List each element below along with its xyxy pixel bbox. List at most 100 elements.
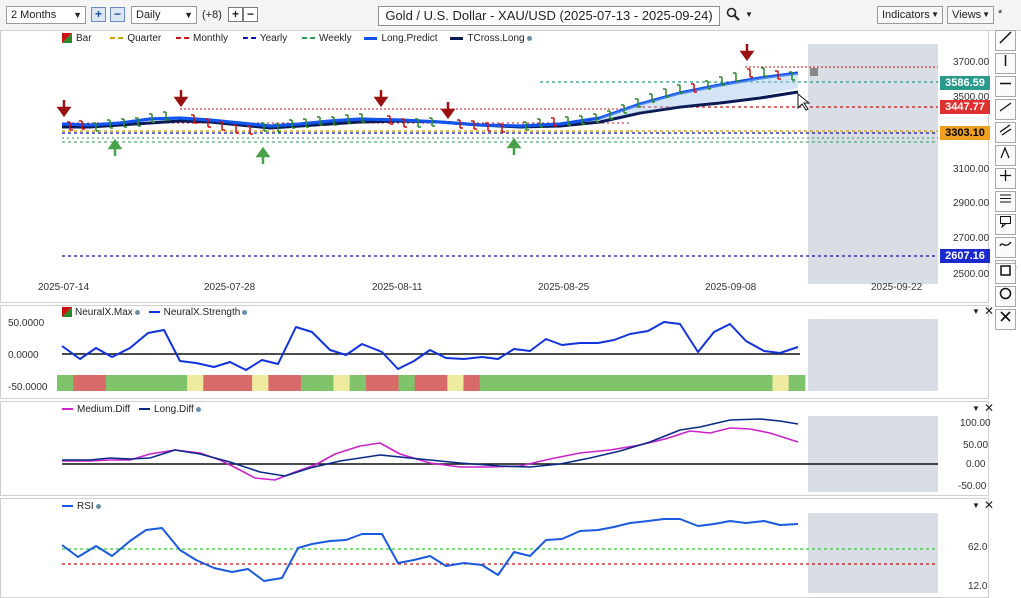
freehand-tool[interactable] (995, 237, 1016, 258)
ellipse-tool[interactable] (995, 286, 1016, 307)
legend-item-yearly[interactable]: Yearly (242, 33, 288, 44)
neuralx-max-bar-14 (284, 375, 302, 391)
settings-dot-icon[interactable] (95, 503, 101, 509)
legend-item-bar[interactable]: Bar (62, 33, 92, 44)
legend-item-rsi[interactable]: RSI (62, 501, 101, 512)
indicators-button[interactable]: Indicators ▼ (877, 6, 943, 24)
chevron-down-icon[interactable]: ▼ (745, 10, 753, 19)
legend-item-medium-diff[interactable]: Medium.Diff (62, 404, 130, 415)
legend-item-long-diff[interactable]: Long.Diff (138, 404, 201, 415)
vertical-line-tool[interactable] (995, 53, 1016, 74)
neuralx-max-bar-23 (431, 375, 448, 391)
future-region-neural (808, 319, 938, 391)
rsi-legend: RSI (62, 501, 101, 513)
neuralx-max-bar-1 (73, 375, 90, 391)
y-tick-3100: 3100.00 (953, 164, 990, 175)
indicators-label: Indicators (882, 9, 930, 21)
rsi-y-tick-12: 12.0 (968, 581, 988, 592)
settings-dot-icon[interactable] (195, 406, 201, 412)
neuralx-max-bar-40 (707, 375, 725, 391)
neuralx-max-bar-5 (138, 375, 155, 391)
neuralx-max-bar-35 (626, 375, 643, 391)
neuralx-max-bar-29 (528, 375, 546, 391)
period-select-value: 2 Months (11, 9, 57, 21)
x-tick-0922: 2025-09-22 (871, 282, 923, 293)
price-legend: Bar Quarter Monthly Yearly Weekly Long.P… (62, 33, 532, 45)
settings-dot-icon[interactable] (526, 35, 532, 41)
neuralx-max-bar-34 (609, 375, 627, 391)
zoom-in-button[interactable]: + (91, 7, 106, 22)
views-button[interactable]: Views ▼ (947, 6, 994, 24)
x-tick-0811: 2025-08-11 (372, 282, 423, 293)
legend-item-monthly[interactable]: Monthly (176, 33, 228, 44)
neuralx-max-bar-6 (154, 375, 172, 391)
pitchfork-tool[interactable] (995, 145, 1016, 166)
interval-select[interactable]: Daily ▼ (131, 6, 197, 24)
legend-label-monthly: Monthly (193, 33, 229, 44)
horizontal-line-tool[interactable] (995, 76, 1016, 97)
legend-label-bar: Bar (76, 33, 92, 44)
symbol-title-text: Gold / U.S. Dollar - XAU/USD (2025-07-13… (385, 8, 713, 23)
callout-tool[interactable] (995, 214, 1016, 235)
legend-label-weekly: Weekly (319, 33, 352, 44)
price-tag-monthly: 3447.77 (940, 100, 990, 114)
legend-label-yearly: Yearly (259, 33, 288, 44)
panel-close-icon[interactable]: ✕ (984, 305, 994, 317)
neuralx-max-bar-21 (398, 375, 416, 391)
legend-item-quarter[interactable]: Quarter (110, 33, 161, 44)
legend-item-neuralx-strength[interactable]: NeuralX.Strength (148, 307, 248, 318)
neuralx-max-bar-44 (772, 375, 790, 391)
chevron-down-icon: ▼ (184, 10, 193, 20)
settings-dot-icon[interactable] (242, 309, 248, 315)
y-tick-3700: 3700.00 (953, 57, 990, 68)
diff-legend: Medium.Diff Long.Diff (62, 404, 201, 416)
settings-dot-icon[interactable] (134, 309, 140, 315)
future-region-price (808, 44, 938, 284)
add-button[interactable]: + (228, 7, 243, 22)
fibonacci-tool[interactable] (995, 191, 1016, 212)
search-icon[interactable] (726, 7, 740, 24)
zoom-out-button[interactable]: − (110, 7, 125, 22)
neuralx-max-bar-19 (366, 375, 383, 391)
symbol-title[interactable]: Gold / U.S. Dollar - XAU/USD (2025-07-13… (378, 6, 720, 26)
legend-item-long-predict[interactable]: Long.Predict (364, 33, 438, 44)
neuralx-max-bar-28 (512, 375, 529, 391)
legend-item-tcross-long[interactable]: TCross.Long (450, 33, 532, 44)
panel-collapse-icon[interactable]: ▼ (972, 404, 980, 414)
panel-collapse-icon[interactable]: ▼ (972, 307, 980, 317)
legend-item-weekly[interactable]: Weekly (302, 33, 352, 44)
period-select[interactable]: 2 Months ▼ (6, 6, 86, 24)
panel-collapse-icon[interactable]: ▼ (972, 501, 980, 511)
neural-legend: NeuralX.Max NeuralX.Strength (62, 307, 248, 319)
legend-label-neuralx-strength: NeuralX.Strength (163, 307, 241, 318)
remove-button[interactable]: − (243, 7, 258, 22)
rectangle-tool-2[interactable] (995, 263, 1016, 284)
neuralx-max-bar-13 (268, 375, 286, 391)
neuralx-max-bar-33 (593, 375, 611, 391)
delete-drawings-tool[interactable] (995, 309, 1016, 330)
trend-channel-tool[interactable] (995, 122, 1016, 143)
panel-close-icon[interactable]: ✕ (984, 499, 994, 511)
x-tick-0908: 2025-09-08 (705, 282, 757, 293)
neuralx-max-bar-10 (219, 375, 237, 391)
neuralx-max-bar-38 (674, 375, 692, 391)
ray-tool[interactable] (995, 99, 1016, 120)
chevron-down-icon: ▼ (73, 10, 82, 20)
diff-y-tick-m50: -50.00 (958, 481, 987, 492)
draw-line-tool[interactable] (995, 30, 1016, 51)
crosshair-tool[interactable] (995, 168, 1016, 189)
price-tag-weekly: 3586.59 (940, 76, 990, 90)
neuralx-max-bar-32 (577, 375, 594, 391)
legend-label-medium-diff: Medium.Diff (77, 404, 131, 415)
neuralx-max-bar-11 (235, 375, 253, 391)
panel-close-icon[interactable]: ✕ (984, 402, 994, 414)
neuralx-max-bar-17 (333, 375, 351, 391)
legend-item-neuralx-max[interactable]: NeuralX.Max (62, 307, 140, 318)
diff-y-tick-50: 50.00 (963, 440, 989, 451)
future-region-rsi (808, 513, 938, 593)
neuralx-max-bar-26 (479, 375, 497, 391)
legend-label-quarter: Quarter (127, 33, 162, 44)
neuralx-max-bar-2 (89, 375, 107, 391)
chevron-down-icon: ▼ (982, 10, 990, 19)
x-tick-0714: 2025-07-14 (38, 282, 90, 293)
